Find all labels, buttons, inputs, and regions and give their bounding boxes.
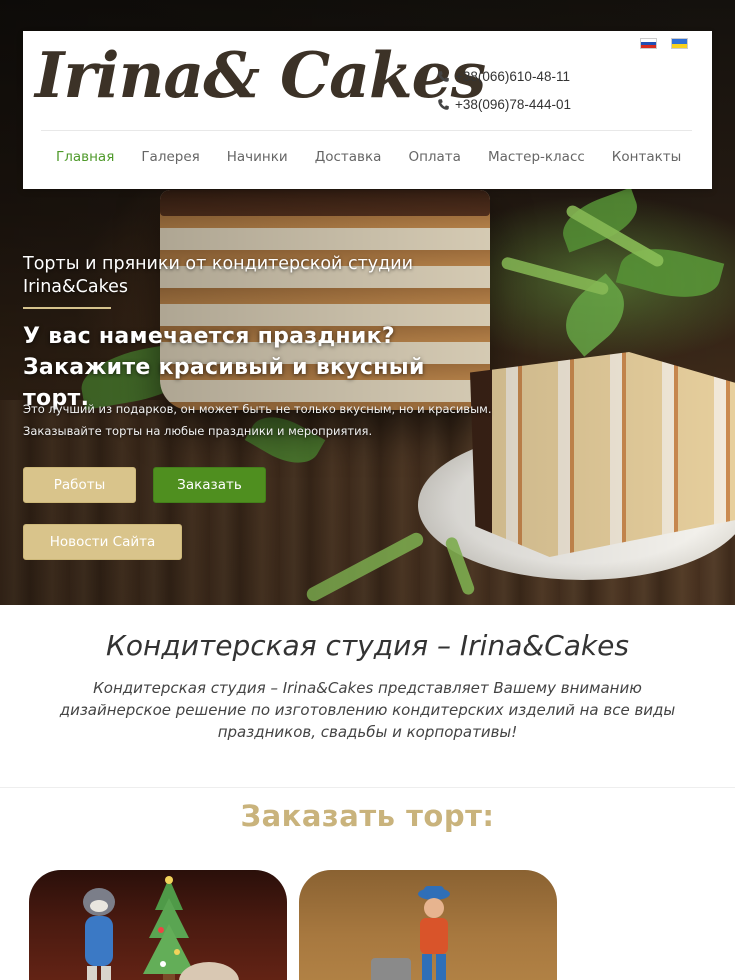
figure-man-image: [418, 886, 450, 980]
phone-icon: [438, 70, 449, 82]
phone-number: +38(096)78-444-01: [455, 96, 571, 112]
main-nav: Главная Галерея Начинки Доставка Оплата …: [56, 149, 708, 165]
studio-section: Кондитерская студия – Irina&Cakes Кондит…: [0, 605, 735, 787]
studio-title: Кондитерская студия – Irina&Cakes: [106, 629, 629, 662]
nav-item-payment[interactable]: Оплата: [408, 149, 461, 165]
language-switcher: [640, 38, 688, 49]
nav-item-gallery[interactable]: Галерея: [141, 149, 199, 165]
hero-divider: [23, 307, 111, 309]
site-news-button[interactable]: Новости Сайта: [23, 524, 182, 560]
hero-subtitle: Торты и пряники от кондитерской студии I…: [23, 254, 413, 297]
nav-item-fillings[interactable]: Начинки: [227, 149, 288, 165]
cake-photo-item: [371, 958, 411, 980]
works-button[interactable]: Работы: [23, 467, 136, 503]
cake-photo-character: [69, 880, 129, 980]
site-header: Irina& Cakes +38(066)610-48-11 +38(096)7…: [23, 31, 712, 189]
nav-item-delivery[interactable]: Доставка: [315, 149, 382, 165]
flag-ru-icon[interactable]: [640, 38, 657, 49]
hero-description-line: Заказывайте торты на любые праздники и м…: [23, 424, 373, 438]
hero-title-line: У вас намечается праздник?: [23, 324, 395, 349]
tree-figure-image: [143, 876, 195, 980]
hero-description: Это лучший из подарков, он может быть не…: [23, 398, 493, 442]
nav-item-home[interactable]: Главная: [56, 149, 114, 165]
order-cake-title: Заказать торт:: [240, 799, 495, 833]
phone-row[interactable]: +38(096)78-444-01: [437, 90, 571, 118]
site-logo[interactable]: Irina& Cakes: [35, 35, 486, 115]
cake-photo-figure: [409, 884, 459, 980]
cake-card[interactable]: [299, 870, 557, 980]
section-divider: [0, 787, 735, 788]
phone-icon: [438, 98, 449, 110]
phone-number: +38(066)610-48-11: [455, 68, 570, 84]
studio-description: Кондитерская студия – Irina&Cakes предст…: [59, 679, 676, 741]
cake-photo-tree: [139, 874, 199, 980]
order-button[interactable]: Заказать: [153, 467, 266, 503]
cake-card[interactable]: [29, 870, 287, 980]
phone-row[interactable]: +38(066)610-48-11: [437, 62, 571, 90]
phone-list: +38(066)610-48-11 +38(096)78-444-01: [437, 62, 571, 118]
header-divider: [41, 130, 692, 131]
hero-description-line: Это лучший из подарков, он может быть не…: [23, 402, 492, 416]
nav-item-contacts[interactable]: Контакты: [612, 149, 681, 165]
flag-ua-icon[interactable]: [671, 38, 688, 49]
nav-item-master-class[interactable]: Мастер-класс: [488, 149, 585, 165]
character-figure-image: [83, 888, 115, 980]
